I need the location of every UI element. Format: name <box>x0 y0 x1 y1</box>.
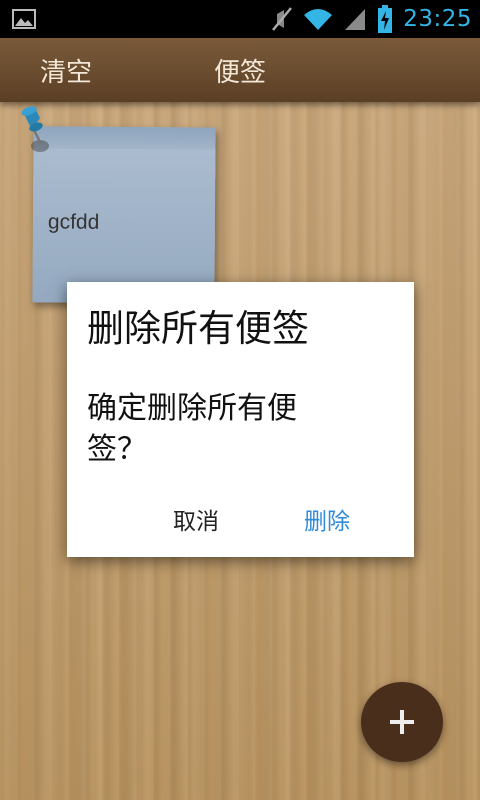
dialog-actions: 取消 删除 <box>67 481 414 557</box>
cancel-button[interactable]: 取消 <box>159 495 233 543</box>
dialog-title: 删除所有便签 <box>87 307 309 350</box>
dialog-message: 确定删除所有便签？ <box>87 391 297 467</box>
dialog-scrim: 删除所有便签 确定删除所有便签？ 取消 删除 <box>0 0 480 800</box>
delete-button[interactable]: 删除 <box>290 495 364 543</box>
confirm-dialog: 删除所有便签 确定删除所有便签？ 取消 删除 <box>67 282 414 557</box>
